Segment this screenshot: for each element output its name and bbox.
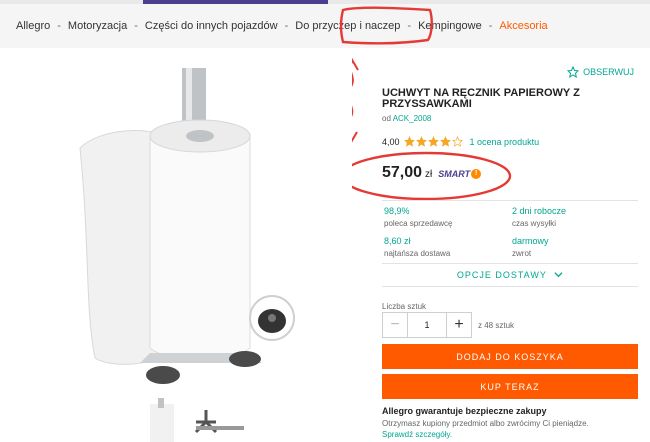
guarantee-title: Allegro gwarantuje bezpieczne zakupy: [382, 406, 547, 416]
stat-free-return: darmowy zwrot: [512, 236, 549, 258]
smart-logo-label: SMART: [438, 169, 471, 179]
seller-link[interactable]: ACK_2008: [393, 114, 432, 123]
divider: [382, 200, 638, 201]
product-title: UCHWYT NA RĘCZNIK PAPIEROWY Z PRZYSSAWKA…: [382, 87, 580, 110]
reviews-link[interactable]: 1 ocena produktu: [470, 137, 540, 147]
breadcrumb-item-kempingowe[interactable]: Kempingowe: [418, 20, 482, 32]
quantity-input[interactable]: 1: [408, 312, 446, 338]
stat-recommend: 98,9% poleca sprzedawcę: [384, 206, 453, 228]
smart-badge-icon: !: [471, 169, 482, 179]
quantity-available: z 48 sztuk: [478, 320, 515, 330]
star-filled-icon: [415, 136, 427, 147]
divider: [382, 263, 638, 264]
product-rating: 4,00 1 ocena produktu: [382, 136, 539, 147]
price-amount: 57,00: [382, 164, 423, 181]
product-details: OBSERWUJ UCHWYT NA RĘCZNIK PAPIEROWY Z P…: [382, 48, 638, 442]
seller-line: od ACK_2008: [382, 114, 432, 123]
star-filled-icon: [403, 136, 415, 147]
star-filled-icon: [439, 136, 451, 147]
smart-badge: SMART !: [438, 169, 482, 179]
breadcrumb-item-allegro[interactable]: Allegro: [16, 20, 50, 32]
add-to-cart-button[interactable]: DODAJ DO KOSZYKA: [382, 344, 638, 369]
buy-now-button[interactable]: KUP TERAZ: [382, 374, 638, 399]
price: 57,00 zł SMART !: [382, 164, 482, 182]
product-image[interactable]: [0, 48, 352, 442]
breadcrumb-item-czesci[interactable]: Części do innych pojazdów: [145, 20, 278, 32]
star-empty-icon: [451, 136, 463, 147]
watch-button[interactable]: OBSERWUJ: [567, 66, 634, 78]
breadcrumb-item-motoryzacja[interactable]: Motoryzacja: [68, 20, 127, 32]
product-gallery: [0, 48, 352, 442]
guarantee-details-link[interactable]: Sprawdź szczegóły.: [382, 430, 452, 439]
breadcrumb: Allegro - Motoryzacja - Części do innych…: [0, 4, 650, 48]
stat-shipping-time: 2 dni robocze czas wysyłki: [512, 206, 567, 228]
chevron-down-icon: [554, 272, 563, 278]
increase-quantity-button[interactable]: +: [446, 312, 472, 338]
quantity-label: Liczba sztuk: [382, 302, 427, 311]
star-outline-icon: [567, 66, 580, 78]
divider: [382, 286, 638, 287]
decrease-quantity-button[interactable]: −: [382, 312, 408, 338]
price-currency: zł: [425, 169, 433, 180]
quantity-stepper: − 1 + z 48 sztuk: [382, 312, 514, 338]
guarantee-text: Otrzymasz kupiony przedmiot albo zwrócim…: [382, 419, 589, 428]
delivery-options-toggle[interactable]: OPCJE DOSTAWY: [382, 270, 638, 280]
watch-label: OBSERWUJ: [583, 67, 634, 77]
breadcrumb-item-akcesoria: Akcesoria: [499, 20, 548, 32]
rating-stars: [403, 136, 463, 147]
rating-value: 4,00: [382, 136, 400, 147]
stat-cheapest-delivery: 8,60 zł najtańsza dostawa: [384, 236, 451, 258]
star-filled-icon: [427, 136, 439, 147]
breadcrumb-item-przyczepy[interactable]: Do przyczep i naczep: [295, 20, 400, 32]
